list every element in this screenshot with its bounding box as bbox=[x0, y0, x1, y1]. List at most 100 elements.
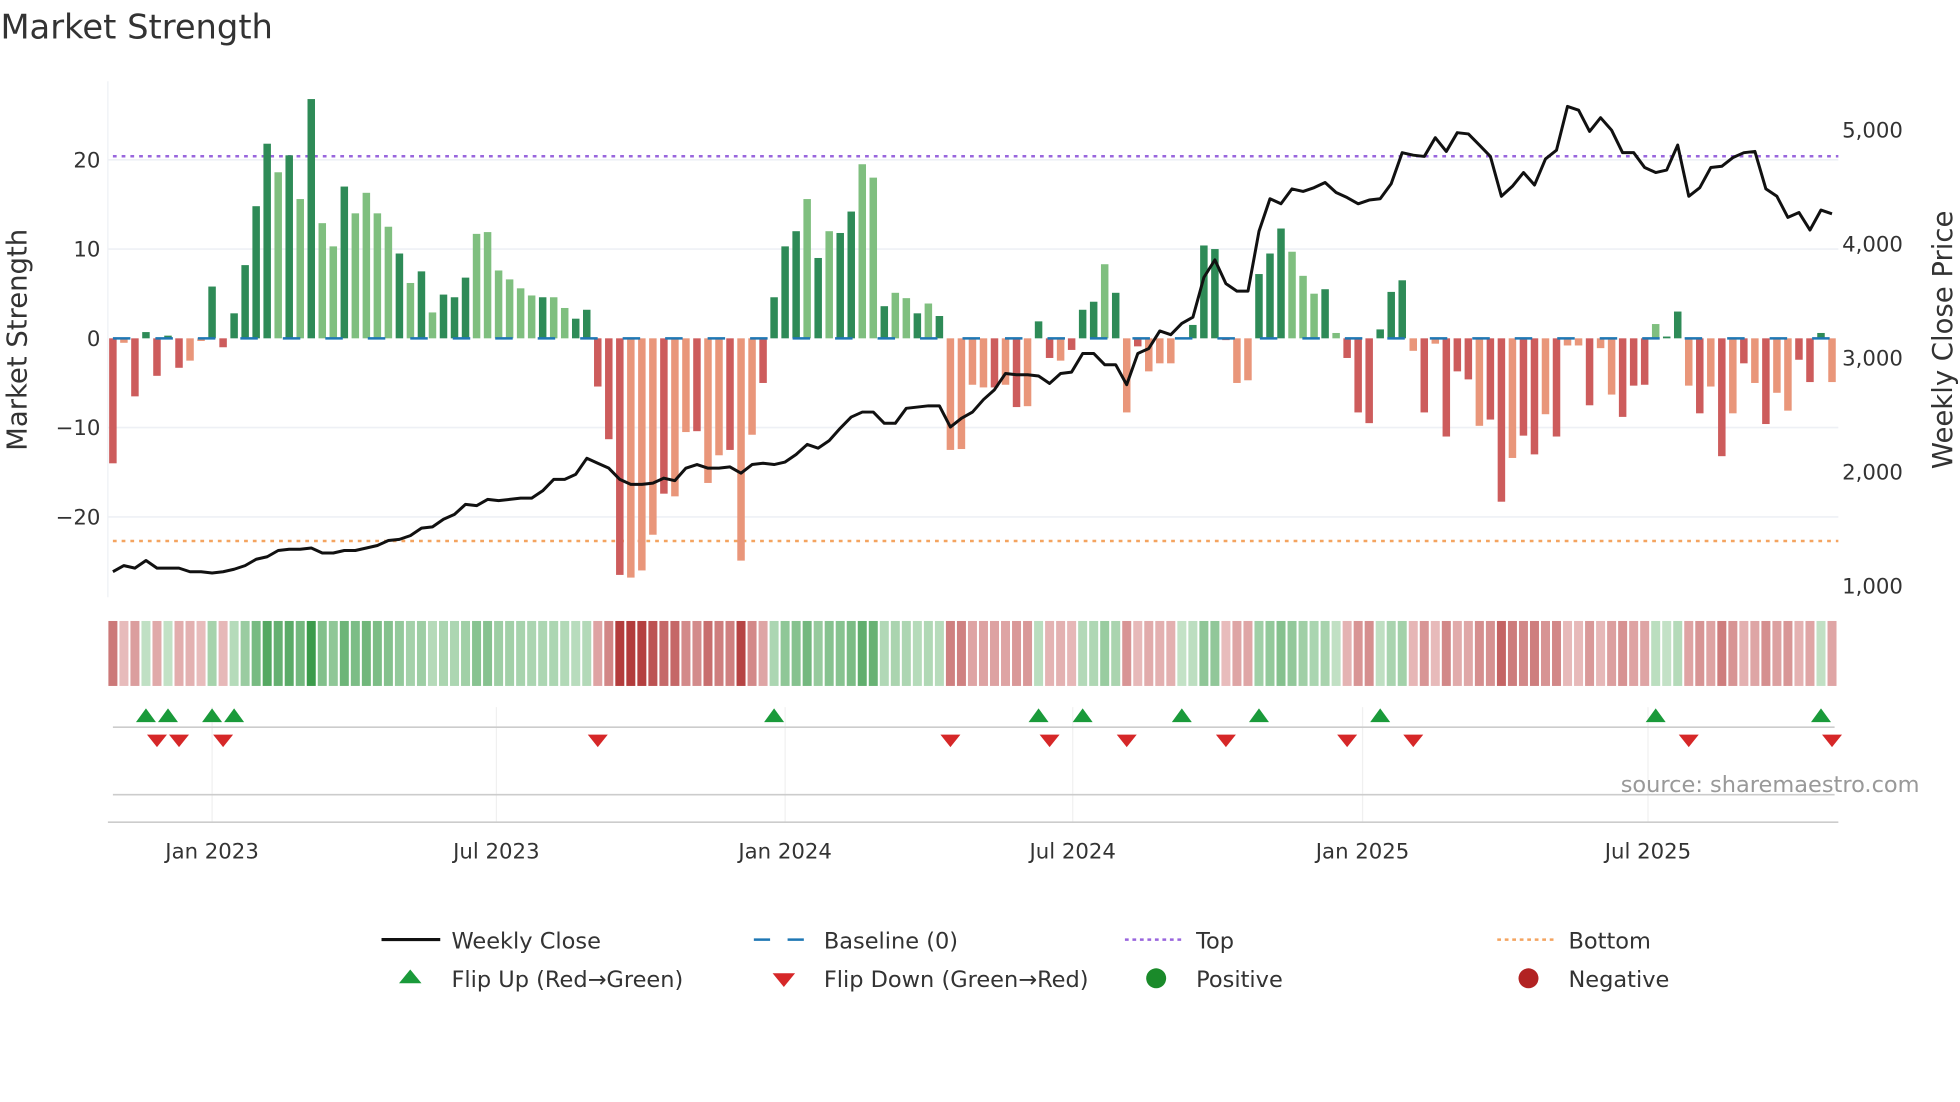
strip-cell bbox=[890, 620, 900, 686]
strip-cell bbox=[1662, 620, 1672, 686]
strength-bar bbox=[1607, 338, 1616, 395]
flip-up-marker bbox=[202, 708, 223, 723]
strip-cell bbox=[681, 620, 691, 686]
strength-bar bbox=[318, 223, 327, 339]
strength-bar bbox=[913, 313, 922, 339]
strength-bar bbox=[1453, 338, 1462, 372]
strip-cell bbox=[141, 620, 151, 686]
strength-bar bbox=[880, 306, 889, 339]
legend-bottom: Bottom bbox=[1568, 928, 1650, 954]
strip-cell bbox=[505, 620, 515, 686]
strip-cell bbox=[571, 620, 581, 686]
strip-cell bbox=[956, 620, 966, 686]
strength-bar bbox=[1828, 338, 1836, 383]
strength-bar bbox=[351, 213, 360, 339]
strength-bar bbox=[1409, 338, 1418, 351]
strip-cell bbox=[813, 620, 823, 686]
strength-bar bbox=[1023, 338, 1032, 407]
strength-bar bbox=[527, 295, 536, 339]
strip-cell bbox=[945, 620, 955, 686]
strength-bar bbox=[770, 297, 778, 339]
strength-bar bbox=[1288, 251, 1296, 339]
strip-cell bbox=[119, 620, 129, 686]
flip-up-marker bbox=[157, 708, 178, 723]
strip-cell bbox=[394, 620, 404, 686]
strip-cell bbox=[549, 620, 559, 686]
strip-cell bbox=[1640, 620, 1650, 686]
legend-flip-down: Flip Down (Green→Red) bbox=[824, 967, 1089, 993]
y-tick-label: 0 bbox=[87, 327, 101, 352]
strength-bar bbox=[1585, 338, 1594, 406]
strength-bar bbox=[340, 186, 349, 339]
strength-bar bbox=[153, 338, 161, 376]
strip-cell bbox=[989, 620, 999, 686]
strength-bar bbox=[1343, 338, 1351, 358]
strip-cell bbox=[1750, 620, 1760, 686]
strength-bar bbox=[131, 338, 139, 397]
strength-bar bbox=[1321, 289, 1329, 339]
strip-cell bbox=[1496, 620, 1506, 686]
strength-bar bbox=[252, 206, 260, 339]
strip-cell bbox=[923, 620, 933, 686]
strength-bar bbox=[1729, 338, 1737, 414]
strip-cell bbox=[229, 620, 239, 686]
strength-bar bbox=[1718, 338, 1726, 457]
strength-bar bbox=[660, 338, 668, 494]
strength-bar bbox=[1685, 338, 1693, 386]
legend-flip-up: Flip Up (Red→Green) bbox=[451, 967, 683, 993]
strip-cell bbox=[1706, 620, 1716, 686]
flip-down-marker bbox=[1403, 734, 1424, 748]
strip-cell bbox=[284, 620, 294, 686]
flip-down-marker bbox=[1039, 734, 1060, 748]
y-right-tick-label: 2,000 bbox=[1842, 460, 1903, 485]
strength-bar bbox=[450, 297, 459, 339]
x-tick-label: Jan 2024 bbox=[736, 839, 832, 864]
strength-bar bbox=[1651, 324, 1660, 339]
strength-bar bbox=[1365, 338, 1373, 424]
strength-bar bbox=[1740, 338, 1748, 364]
strip-cell bbox=[582, 620, 592, 686]
strip-cell bbox=[1728, 620, 1738, 686]
strip-cell bbox=[714, 620, 724, 686]
strip-cell bbox=[1254, 620, 1264, 686]
y-axis-title-left: Market Strength bbox=[2, 229, 34, 451]
strip-cell bbox=[1100, 620, 1110, 686]
strip-cell bbox=[1441, 620, 1451, 686]
strip-cell bbox=[516, 620, 526, 686]
strength-bar bbox=[1773, 338, 1781, 393]
strength-bar bbox=[968, 338, 977, 385]
strength-bar bbox=[1078, 309, 1087, 339]
strip-cell bbox=[1463, 620, 1473, 686]
strip-cell bbox=[1419, 620, 1429, 686]
strip-cell bbox=[1243, 620, 1253, 686]
strength-bar bbox=[1497, 338, 1506, 502]
strength-bar bbox=[1795, 338, 1803, 360]
x-tick-label: Jan 2023 bbox=[163, 839, 259, 864]
strip-cell bbox=[427, 620, 437, 686]
flip-down-marker bbox=[1215, 734, 1236, 748]
strength-bar bbox=[494, 270, 503, 339]
y-right-tick-label: 3,000 bbox=[1842, 347, 1903, 372]
strip-cell bbox=[1001, 620, 1011, 686]
strength-bar bbox=[1618, 338, 1627, 417]
x-tick-label: Jul 2024 bbox=[1028, 839, 1116, 864]
strip-cell bbox=[361, 620, 371, 686]
strip-cell bbox=[1596, 620, 1606, 686]
strip-cell bbox=[1221, 620, 1231, 686]
strip-cell bbox=[372, 620, 382, 686]
strip-cell bbox=[1563, 620, 1573, 686]
strength-bar bbox=[1707, 338, 1715, 387]
strip-cell bbox=[1265, 620, 1275, 686]
flip-down-marker bbox=[940, 734, 961, 748]
strength-bar bbox=[682, 338, 690, 433]
strip-cell bbox=[383, 620, 393, 686]
strength-bar bbox=[1189, 324, 1197, 339]
strip-cell bbox=[108, 620, 118, 686]
strength-bar bbox=[1464, 338, 1473, 380]
strip-cell bbox=[306, 620, 316, 686]
x-tick-label: Jul 2023 bbox=[451, 839, 539, 864]
strip-cell bbox=[1144, 620, 1154, 686]
strength-bar bbox=[1530, 338, 1539, 455]
strength-bar bbox=[296, 199, 304, 339]
strip-cell bbox=[692, 620, 702, 686]
